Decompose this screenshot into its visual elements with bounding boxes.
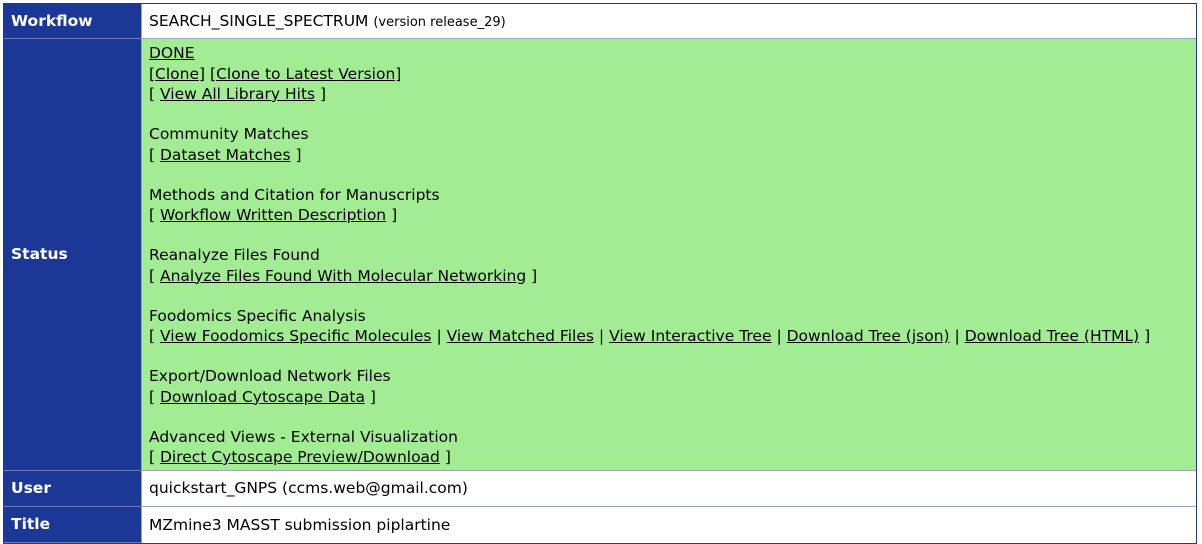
status-panel: DONE [Clone] [Clone to Latest Version] [… <box>142 39 1196 471</box>
view-all-library-hits-link[interactable]: View All Library Hits <box>160 85 315 103</box>
bracket-close: ] <box>1144 327 1151 345</box>
bracket-close: ] <box>391 206 398 224</box>
workflow-written-description-link[interactable]: Workflow Written Description <box>160 206 386 224</box>
foodomics-title: Foodomics Specific Analysis <box>149 306 366 325</box>
foodomics-section: Foodomics Specific Analysis [ View Foodo… <box>149 306 1189 347</box>
clone-latest-link[interactable]: [Clone to Latest Version] <box>210 65 401 83</box>
reanalyze-links: [ Analyze Files Found With Molecular Net… <box>149 266 1189 287</box>
bracket-close: ] <box>444 448 451 466</box>
status-done-link[interactable]: DONE <box>149 44 195 62</box>
advanced-title: Advanced Views - External Visualization <box>149 427 458 446</box>
download-tree-json-link[interactable]: Download Tree (json) <box>787 327 950 345</box>
workflow-name: SEARCH_SINGLE_SPECTRUM <box>149 12 369 30</box>
status-state-line: DONE <box>149 43 1189 64</box>
link-separator: | <box>436 327 442 345</box>
analyze-files-molecular-networking-link[interactable]: Analyze Files Found With Molecular Netwo… <box>160 267 526 285</box>
link-separator: | <box>776 327 782 345</box>
methods-links: [ Workflow Written Description ] <box>149 205 1189 226</box>
bracket-close: ] <box>369 387 376 406</box>
community-title: Community Matches <box>149 125 309 143</box>
community-links: [ Dataset Matches ] <box>149 145 1189 166</box>
export-title: Export/Download Network Files <box>149 367 391 385</box>
view-foodomics-molecules-link[interactable]: View Foodomics Specific Molecules <box>160 327 432 345</box>
bracket-close: ] <box>531 266 538 285</box>
title-label: Title <box>4 506 142 543</box>
bracket-close: ] <box>320 85 327 103</box>
advanced-links: [ Direct Cytoscape Preview/Download ] <box>149 447 1189 468</box>
methods-section: Methods and Citation for Manuscripts [ W… <box>149 185 1189 226</box>
bracket-open: [ <box>149 145 156 164</box>
workflow-value: SEARCH_SINGLE_SPECTRUM (version release_… <box>142 4 1196 39</box>
view-matched-files-link[interactable]: View Matched Files <box>447 327 594 345</box>
bracket-open: [ <box>149 206 156 224</box>
view-interactive-tree-link[interactable]: View Interactive Tree <box>609 327 771 345</box>
link-separator: | <box>598 327 605 345</box>
export-links: [ Download Cytoscape Data ] <box>149 387 1189 408</box>
bracket-close: ] <box>295 145 302 164</box>
bracket-open: [ <box>149 387 156 406</box>
clone-line: [Clone] [Clone to Latest Version] <box>149 64 1189 85</box>
bracket-open: [ <box>149 448 156 466</box>
workflow-version: (version release_29) <box>373 15 506 30</box>
reanalyze-title: Reanalyze Files Found <box>149 246 320 264</box>
job-info-table: Workflow SEARCH_SINGLE_SPECTRUM (version… <box>3 3 1197 544</box>
download-cytoscape-data-link[interactable]: Download Cytoscape Data <box>160 388 365 406</box>
status-label: Status <box>4 39 142 471</box>
bracket-open: [ <box>149 266 156 285</box>
foodomics-links: [ View Foodomics Specific Molecules | Vi… <box>149 326 1189 347</box>
reanalyze-section: Reanalyze Files Found [ Analyze Files Fo… <box>149 245 1189 286</box>
title-row: Title MZmine3 MASST submission piplartin… <box>4 506 1196 543</box>
workflow-label: Workflow <box>4 4 142 39</box>
advanced-section: Advanced Views - External Visualization … <box>149 427 1189 468</box>
user-value: quickstart_GNPS (ccms.web@gmail.com) <box>142 470 1196 507</box>
link-separator: | <box>954 327 960 345</box>
bracket-open: [ <box>149 327 156 345</box>
user-label: User <box>4 470 142 507</box>
view-all-hits-line: [ View All Library Hits ] <box>149 84 1189 105</box>
download-tree-html-link[interactable]: Download Tree (HTML) <box>965 327 1139 345</box>
workflow-row: Workflow SEARCH_SINGLE_SPECTRUM (version… <box>4 4 1196 39</box>
dataset-matches-link[interactable]: Dataset Matches <box>160 146 291 164</box>
community-section: Community Matches [ Dataset Matches ] <box>149 124 1189 165</box>
export-section: Export/Download Network Files [ Download… <box>149 366 1189 407</box>
clone-link[interactable]: [Clone] <box>149 65 205 83</box>
methods-title: Methods and Citation for Manuscripts <box>149 185 440 204</box>
user-row: User quickstart_GNPS (ccms.web@gmail.com… <box>4 470 1196 507</box>
bracket-open: [ <box>149 85 156 103</box>
title-value: MZmine3 MASST submission piplartine <box>142 506 1196 543</box>
direct-cytoscape-preview-link[interactable]: Direct Cytoscape Preview/Download <box>160 448 440 466</box>
status-row: Status DONE [Clone] [Clone to Latest Ver… <box>4 39 1196 471</box>
